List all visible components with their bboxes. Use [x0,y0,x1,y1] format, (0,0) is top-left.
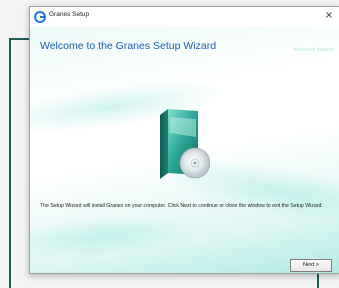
wizard-description: The Setup Wizard will install Granes on … [40,203,323,209]
window-title: Granes Setup [49,11,90,18]
software-box-with-disc-icon [160,109,210,179]
wizard-content: Advanced Installer Welcome to the Granes… [30,27,339,273]
tree-bracket-left [9,38,31,288]
setup-window: Granes Setup × Advanced Installer Welcom… [29,6,339,274]
wizard-headline: Welcome to the Granes Setup Wizard [40,40,217,52]
setup-app-icon [34,11,46,23]
close-button[interactable]: × [322,9,336,23]
title-bar[interactable]: Granes Setup × [30,7,339,27]
decor-streak [30,210,202,264]
next-button[interactable]: Next > [290,259,332,272]
installer-watermark: Advanced Installer [292,47,334,53]
